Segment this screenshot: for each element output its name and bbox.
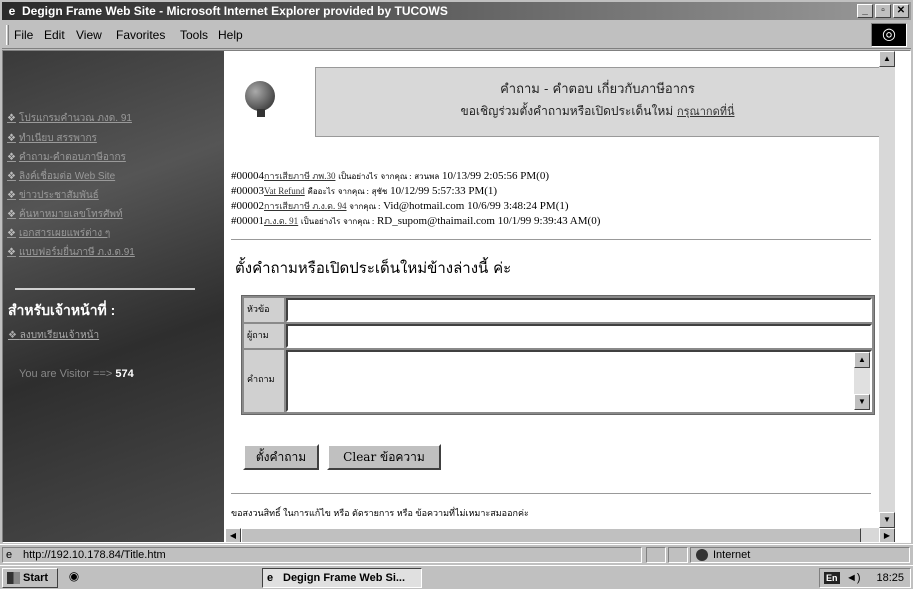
taskbar-task-ie[interactable]: e Degign Frame Web Si... — [262, 568, 422, 588]
question-textarea[interactable]: ▲ ▼ — [286, 350, 872, 412]
maximize-button[interactable]: ▫ — [875, 4, 891, 18]
close-button[interactable]: ✕ — [893, 4, 909, 18]
banner-link[interactable]: กรุณากดที่นี่ — [677, 105, 735, 118]
list-item: #00004การเสียภาษี ภพ.30 เป็นอย่างไร จากค… — [231, 170, 549, 182]
nav-item-phone-search[interactable]: ❖ ค้นหาหมายเลขโทรศัพท์ — [7, 207, 123, 222]
question-form: หัวข้อ ผู้ถาม คำถาม ▲ ▼ — [241, 295, 875, 415]
horizontal-scroll-thumb[interactable] — [241, 528, 861, 542]
form-heading: ตั้งคำถามหรือเปิดประเด็นใหม่ข้างล่างนี้ … — [235, 259, 512, 277]
post-link[interactable]: Vat Refund — [264, 186, 305, 196]
textarea-scroll-down-icon[interactable]: ▼ — [854, 394, 870, 410]
scroll-left-icon[interactable]: ◀ — [225, 528, 241, 542]
status-bar: e http://192.10.178.84/Title.htm Internet — [0, 544, 913, 564]
ie-throbber-icon: ◎ — [871, 23, 907, 47]
visitor-counter: You are Visitor ==> 574 — [19, 368, 134, 380]
globe-icon — [245, 81, 275, 111]
browser-content: ❖ โปรแกรมคำนวณ ภงด. 91 ❖ ทำเนียบ สรรพากร ❖… — [2, 50, 911, 543]
scroll-down-icon[interactable]: ▼ — [879, 512, 895, 528]
language-indicator[interactable]: En — [824, 572, 840, 584]
window-title: Degign Frame Web Site - Microsoft Intern… — [22, 4, 448, 18]
nav-item-qa[interactable]: ❖ คำถาม-คำตอบภาษีอากร — [7, 150, 126, 165]
post-link[interactable]: การเสียภาษี ภ.ง.ด. 94 — [264, 201, 347, 211]
form-row-author: ผู้ถาม — [244, 324, 872, 348]
banner-subtitle: ขอเชิญร่วมตั้งคำถามหรือเปิดประเด็นใหม่ ก… — [460, 104, 735, 118]
bullet-icon: ❖ — [7, 113, 16, 124]
nav-divider — [15, 288, 195, 290]
post-list: #00004การเสียภาษี ภพ.30 เป็นอย่างไร จากค… — [231, 169, 600, 229]
textarea-scrollbar[interactable]: ▲ ▼ — [854, 352, 870, 410]
menu-help[interactable]: Help — [218, 28, 243, 42]
author-input[interactable] — [286, 324, 872, 348]
nav-item-documents[interactable]: ❖ เอกสารเผยแพร่ต่าง ๆ — [7, 226, 110, 241]
nav-item-tax-calculator[interactable]: ❖ โปรแกรมคำนวณ ภงด. 91 — [7, 111, 132, 126]
list-item: #00003Vat Refund คืออะไร จากคุณ : สุชัช … — [231, 185, 498, 197]
ie-task-icon: e — [267, 572, 274, 584]
staff-link[interactable]: ❖ ลงบทเรียนเจ้าหน้า — [8, 328, 99, 343]
menu-tools[interactable]: Tools — [180, 28, 208, 42]
ie-page-icon: e — [6, 549, 13, 561]
ie-app-icon[interactable]: e — [5, 4, 19, 18]
status-url: e http://192.10.178.84/Title.htm — [2, 547, 642, 563]
subject-input[interactable] — [286, 298, 872, 322]
menu-bar: File Edit View Favorites Tools Help ◎ — [2, 21, 911, 49]
nav-item-links[interactable]: ❖ ลิงค์เชื่อมต่อ Web Site — [7, 169, 115, 184]
scroll-up-icon[interactable]: ▲ — [879, 51, 895, 67]
header-banner: คำถาม - คำตอบ เกี่ยวกับภาษีอากร ขอเชิญร่… — [315, 67, 880, 137]
footer-note: ขอสงวนสิทธิ์ ในการแก้ไข หรือ ตัดรายการ ห… — [231, 508, 529, 518]
bullet-icon: ❖ — [7, 152, 16, 163]
bullet-icon: ❖ — [8, 330, 20, 341]
bullet-icon: ❖ — [7, 247, 16, 258]
menu-favorites[interactable]: Favorites — [116, 28, 165, 42]
globe-stand — [257, 109, 265, 117]
post-link[interactable]: ภ.ง.ด. 91 — [264, 216, 298, 226]
taskbar: Start ◉ e Degign Frame Web Si... En ◄) 18… — [0, 565, 913, 589]
submit-question-button[interactable]: ตั้งคำถาม — [243, 444, 319, 470]
nav-item-tax-forms[interactable]: ❖ แบบฟอร์มยื่นภาษี ภ.ง.ด.91 — [7, 245, 135, 260]
nav-item-directory[interactable]: ❖ ทำเนียบ สรรพากร — [7, 131, 97, 146]
post-link[interactable]: การเสียภาษี ภพ.30 — [264, 171, 335, 181]
minimize-button[interactable]: _ — [857, 4, 873, 18]
bullet-icon: ❖ — [7, 190, 16, 201]
nav-item-news[interactable]: ❖ ข่าวประชาสัมพันธ์ — [7, 188, 99, 203]
status-panel — [646, 547, 666, 563]
author-label: ผู้ถาม — [244, 324, 284, 348]
main-frame: คำถาม - คำตอบ เกี่ยวกับภาษีอากร ขอเชิญร่… — [225, 51, 895, 528]
security-zone: Internet — [690, 547, 910, 563]
textarea-scroll-up-icon[interactable]: ▲ — [854, 352, 870, 368]
divider — [231, 493, 871, 494]
clear-text-button[interactable]: Clear ข้อความ — [327, 444, 441, 470]
menu-view[interactable]: View — [76, 28, 102, 42]
menu-file[interactable]: File — [14, 28, 33, 42]
menu-grip-handle[interactable] — [6, 25, 9, 45]
form-row-subject: หัวข้อ — [244, 298, 872, 322]
list-item: #00001ภ.ง.ด. 91 เป็นอย่างไร จากคุณ : RD_… — [231, 215, 601, 227]
form-row-question: คำถาม ▲ ▼ — [244, 350, 872, 412]
quicklaunch-ie-icon[interactable]: ◉ — [64, 569, 84, 587]
banner-title: คำถาม - คำตอบ เกี่ยวกับภาษีอากร — [500, 82, 695, 97]
system-tray: En ◄) 18:25 — [819, 568, 911, 588]
speaker-icon[interactable]: ◄) — [846, 569, 861, 587]
staff-heading: สำหรับเจ้าหน้าที่ : — [8, 302, 116, 318]
bullet-icon: ❖ — [7, 133, 16, 144]
windows-logo-icon — [7, 572, 20, 584]
bullet-icon: ❖ — [7, 228, 16, 239]
list-item: #00002การเสียภาษี ภ.ง.ด. 94 จากคุณ : Vid… — [231, 200, 569, 212]
status-panel — [668, 547, 688, 563]
internet-zone-icon — [696, 549, 708, 561]
browser-window: e Degign Frame Web Site - Microsoft Inte… — [0, 0, 913, 567]
divider — [231, 239, 871, 240]
left-nav-frame: ❖ โปรแกรมคำนวณ ภงด. 91 ❖ ทำเนียบ สรรพากร ❖… — [3, 51, 224, 542]
vertical-scrollbar[interactable]: ▲ ▼ — [879, 51, 895, 528]
bullet-icon: ❖ — [7, 171, 16, 182]
subject-label: หัวข้อ — [244, 298, 284, 322]
horizontal-scrollbar[interactable]: ◀ ▶ — [225, 528, 895, 542]
question-label: คำถาม — [244, 350, 284, 412]
scroll-right-icon[interactable]: ▶ — [879, 528, 895, 542]
title-bar: e Degign Frame Web Site - Microsoft Inte… — [2, 2, 911, 20]
menu-edit[interactable]: Edit — [44, 28, 65, 42]
start-button[interactable]: Start — [2, 568, 58, 588]
bullet-icon: ❖ — [7, 209, 16, 220]
clock[interactable]: 18:25 — [876, 569, 904, 587]
